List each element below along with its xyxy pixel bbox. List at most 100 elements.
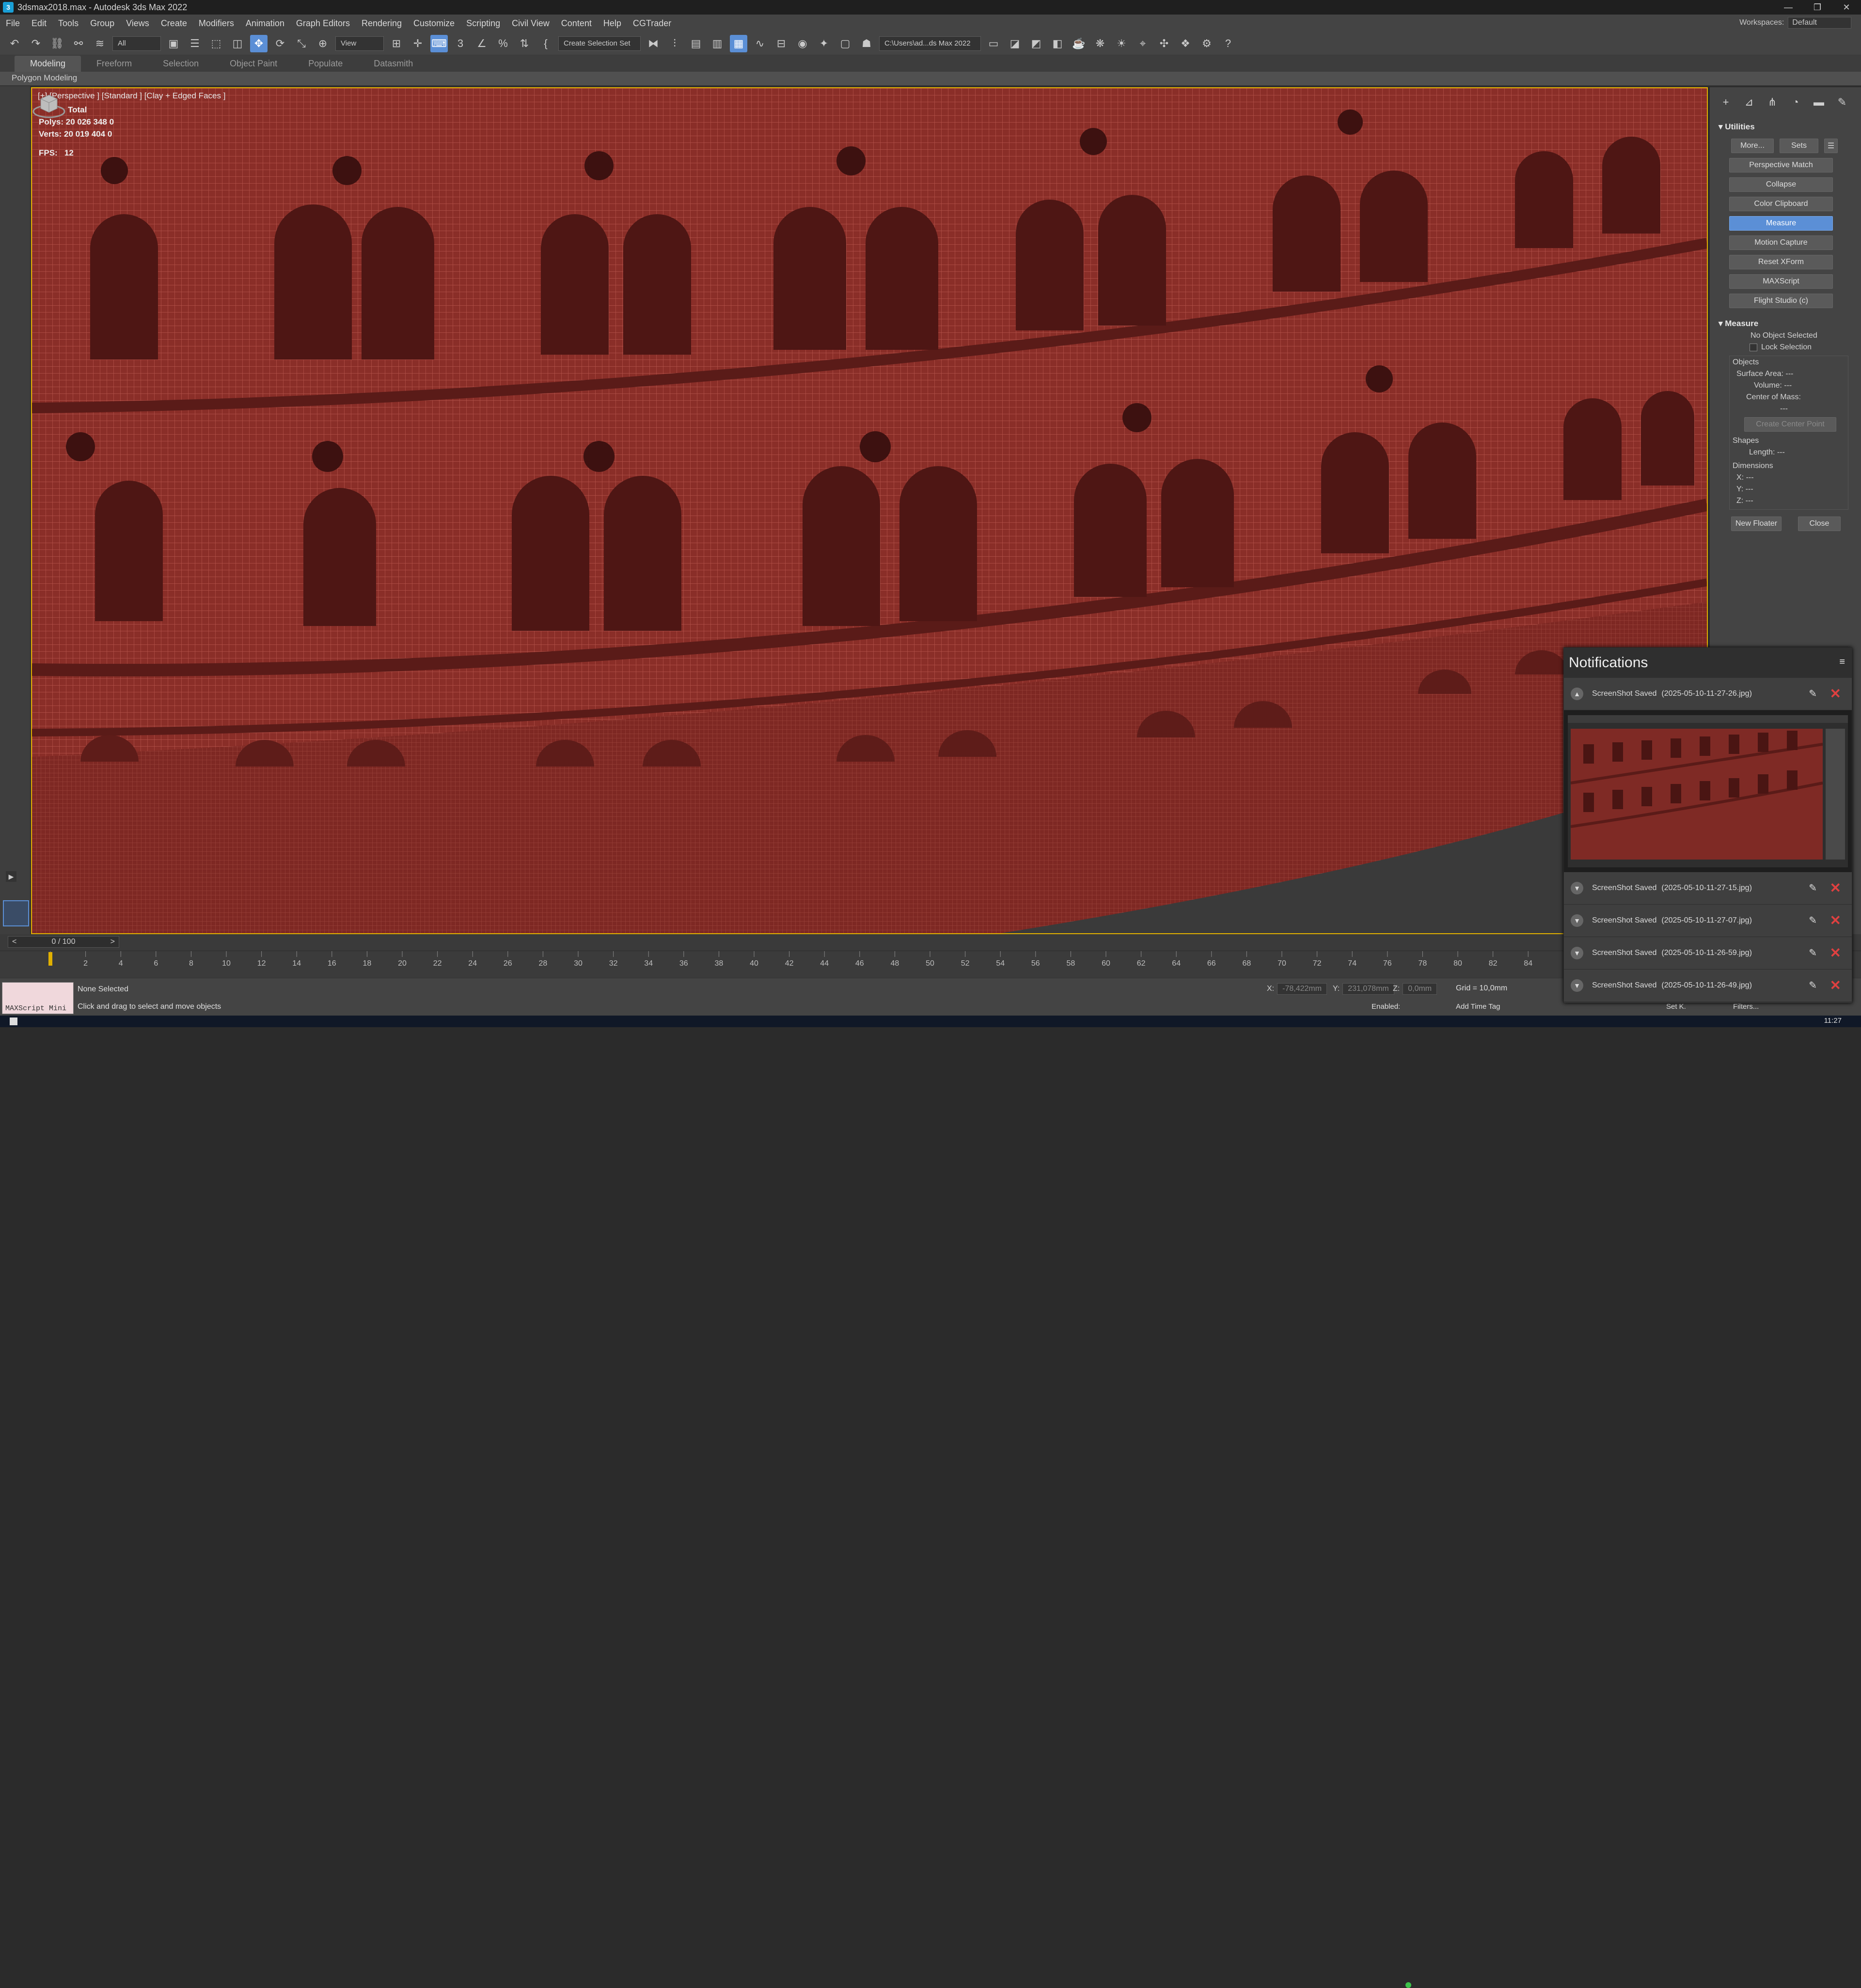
menu-create[interactable]: Create xyxy=(155,18,193,29)
helper-icon[interactable]: ✣ xyxy=(1155,35,1173,52)
keyboard-shortcut-override-icon[interactable]: ⌨ xyxy=(430,34,448,52)
edit-icon[interactable]: ✎ xyxy=(1809,688,1817,700)
perspective-match-button[interactable]: Perspective Match xyxy=(1729,158,1833,172)
menu-help[interactable]: Help xyxy=(598,18,627,29)
maxscript-listener-field[interactable]: MAXScript Mini xyxy=(2,982,74,1014)
start-icon[interactable] xyxy=(10,1017,17,1025)
select-object-icon[interactable]: ▣ xyxy=(165,35,182,52)
space-warp-icon[interactable]: ❖ xyxy=(1177,35,1194,52)
utilities-rollout-title[interactable]: ▾ Utilities xyxy=(1719,122,1852,132)
camera-icon[interactable]: ⌖ xyxy=(1134,35,1151,52)
tab-datasmith[interactable]: Datasmith xyxy=(358,56,428,72)
menu-views[interactable]: Views xyxy=(120,18,155,29)
next-frame-icon[interactable]: > xyxy=(110,938,115,946)
select-and-rotate-icon[interactable]: ⟳ xyxy=(271,35,289,52)
close-icon[interactable]: ✕ xyxy=(1830,880,1841,896)
sets-button[interactable]: Sets xyxy=(1780,139,1818,153)
expand-icon[interactable]: ▼ xyxy=(1571,914,1583,927)
viewport-layout-thumbnail[interactable] xyxy=(3,900,29,926)
select-by-name-icon[interactable]: ☰ xyxy=(186,35,204,52)
close-icon[interactable]: ✕ xyxy=(1830,912,1841,928)
menu-group[interactable]: Group xyxy=(84,18,120,29)
material-editor-icon[interactable]: ◉ xyxy=(794,35,811,52)
coord-x[interactable]: X: -78,422mm xyxy=(1267,983,1327,995)
menu-graph-editors[interactable]: Graph Editors xyxy=(290,18,356,29)
close-window-button[interactable]: ✕ xyxy=(1832,0,1861,15)
measure-rollout-title[interactable]: ▾ Measure xyxy=(1719,319,1852,329)
edit-icon[interactable]: ✎ xyxy=(1809,947,1817,959)
render-icon[interactable]: ☗ xyxy=(858,35,875,52)
select-and-place-icon[interactable]: ⊕ xyxy=(314,35,331,52)
prev-frame-icon[interactable]: < xyxy=(12,938,16,946)
menu-tools[interactable]: Tools xyxy=(52,18,84,29)
x-field[interactable]: -78,422mm xyxy=(1277,983,1327,995)
select-and-scale-icon[interactable]: ⤡ xyxy=(293,35,310,52)
workspaces-selector[interactable]: Workspaces: Default xyxy=(1739,17,1851,29)
menu-cgtrader[interactable]: CGTrader xyxy=(627,18,677,29)
perspective-viewport[interactable]: [+] [Perspective ] [Standard ] [Clay + E… xyxy=(31,87,1708,934)
close-measure-button[interactable]: Close xyxy=(1798,517,1841,531)
layer-explorer-icon[interactable]: ▥ xyxy=(709,35,726,52)
set-key-button[interactable]: Set K. xyxy=(1666,1002,1686,1011)
notification-item[interactable]: ▼ ScreenShot Saved (2025-05-10-11-26-59.… xyxy=(1564,937,1852,970)
add-time-tag[interactable]: Add Time Tag xyxy=(1456,1002,1500,1011)
current-frame-marker[interactable] xyxy=(48,952,52,966)
edit-named-selection-icon[interactable]: { xyxy=(537,35,554,52)
unlink-icon[interactable]: ⚯ xyxy=(70,35,87,52)
menu-content[interactable]: Content xyxy=(555,18,598,29)
motion-capture-button[interactable]: Motion Capture xyxy=(1729,235,1833,250)
redo-icon[interactable]: ↷ xyxy=(27,35,45,52)
window-crossing-icon[interactable]: ◫ xyxy=(229,35,246,52)
schematic-view-icon[interactable]: ⊟ xyxy=(773,35,790,52)
curve-editor-icon[interactable]: ∿ xyxy=(751,35,769,52)
angle-snap-icon[interactable]: ∠ xyxy=(473,35,490,52)
tab-modeling[interactable]: Modeling xyxy=(15,56,81,72)
minimize-button[interactable]: — xyxy=(1774,0,1803,15)
color-clipboard-button[interactable]: Color Clipboard xyxy=(1729,197,1833,211)
menu-edit[interactable]: Edit xyxy=(26,18,52,29)
menu-civil-view[interactable]: Civil View xyxy=(506,18,555,29)
expand-icon[interactable]: ▼ xyxy=(1571,979,1583,992)
close-icon[interactable]: ✕ xyxy=(1830,977,1841,993)
flight-studio-button[interactable]: Flight Studio (c) xyxy=(1729,294,1833,308)
bind-space-warp-icon[interactable]: ≋ xyxy=(91,35,109,52)
hierarchy-tab-icon[interactable]: ⋔ xyxy=(1765,95,1780,110)
tab-object-paint[interactable]: Object Paint xyxy=(214,56,293,72)
measure-button[interactable]: Measure xyxy=(1729,216,1833,231)
spinner-snap-icon[interactable]: ⇅ xyxy=(516,35,533,52)
workspaces-dropdown[interactable]: Default xyxy=(1788,17,1851,29)
menu-customize[interactable]: Customize xyxy=(408,18,460,29)
menu-rendering[interactable]: Rendering xyxy=(356,18,408,29)
coord-z[interactable]: Z: 0,0mm xyxy=(1393,983,1437,995)
lock-selection-checkbox[interactable]: Lock Selection xyxy=(1750,343,1861,352)
notification-item[interactable]: ▼ ScreenShot Saved (2025-05-10-11-27-15.… xyxy=(1564,872,1852,905)
z-field[interactable]: 0,0mm xyxy=(1403,983,1437,995)
more-button[interactable]: More... xyxy=(1731,139,1774,153)
expand-icon[interactable]: ▼ xyxy=(1571,882,1583,894)
menu-scripting[interactable]: Scripting xyxy=(460,18,506,29)
percent-snap-icon[interactable]: % xyxy=(494,35,512,52)
coord-y[interactable]: Y: 231,078mm xyxy=(1333,983,1394,995)
time-slider-thumb[interactable]: < 0 / 100 > xyxy=(8,936,119,948)
key-filters-button[interactable]: Filters... xyxy=(1733,1002,1759,1011)
edit-icon[interactable]: ✎ xyxy=(1809,914,1817,926)
motion-tab-icon[interactable]: ◔ xyxy=(1788,95,1803,110)
maximize-button[interactable]: ❐ xyxy=(1803,0,1832,15)
notification-item[interactable]: ▲ ScreenShot Saved (2025-05-10-11-27-26.… xyxy=(1564,678,1852,710)
new-floater-button[interactable]: New Floater xyxy=(1731,517,1782,531)
edit-icon[interactable]: ✎ xyxy=(1809,979,1817,991)
rectangular-selection-icon[interactable]: ⬚ xyxy=(207,35,225,52)
project-folder-dropdown[interactable]: C:\Users\ad...ds Max 2022 xyxy=(879,36,981,51)
menu-file[interactable]: File xyxy=(0,18,26,29)
particle-icon[interactable]: ❋ xyxy=(1091,35,1109,52)
collapse-icon[interactable]: ▲ xyxy=(1571,688,1583,700)
collapse-button[interactable]: Collapse xyxy=(1729,177,1833,192)
enabled-indicator-icon[interactable] xyxy=(1405,1982,1411,1988)
y-field[interactable]: 231,078mm xyxy=(1342,983,1394,995)
menu-modifiers[interactable]: Modifiers xyxy=(193,18,240,29)
screenshot-thumbnail[interactable] xyxy=(1564,710,1852,872)
reference-coordinate-dropdown[interactable]: View xyxy=(335,36,384,51)
polygon-modeling-label[interactable]: Polygon Modeling xyxy=(12,73,77,83)
container-icon[interactable]: ◧ xyxy=(1049,35,1066,52)
link-icon[interactable]: ⛓ xyxy=(48,35,66,52)
